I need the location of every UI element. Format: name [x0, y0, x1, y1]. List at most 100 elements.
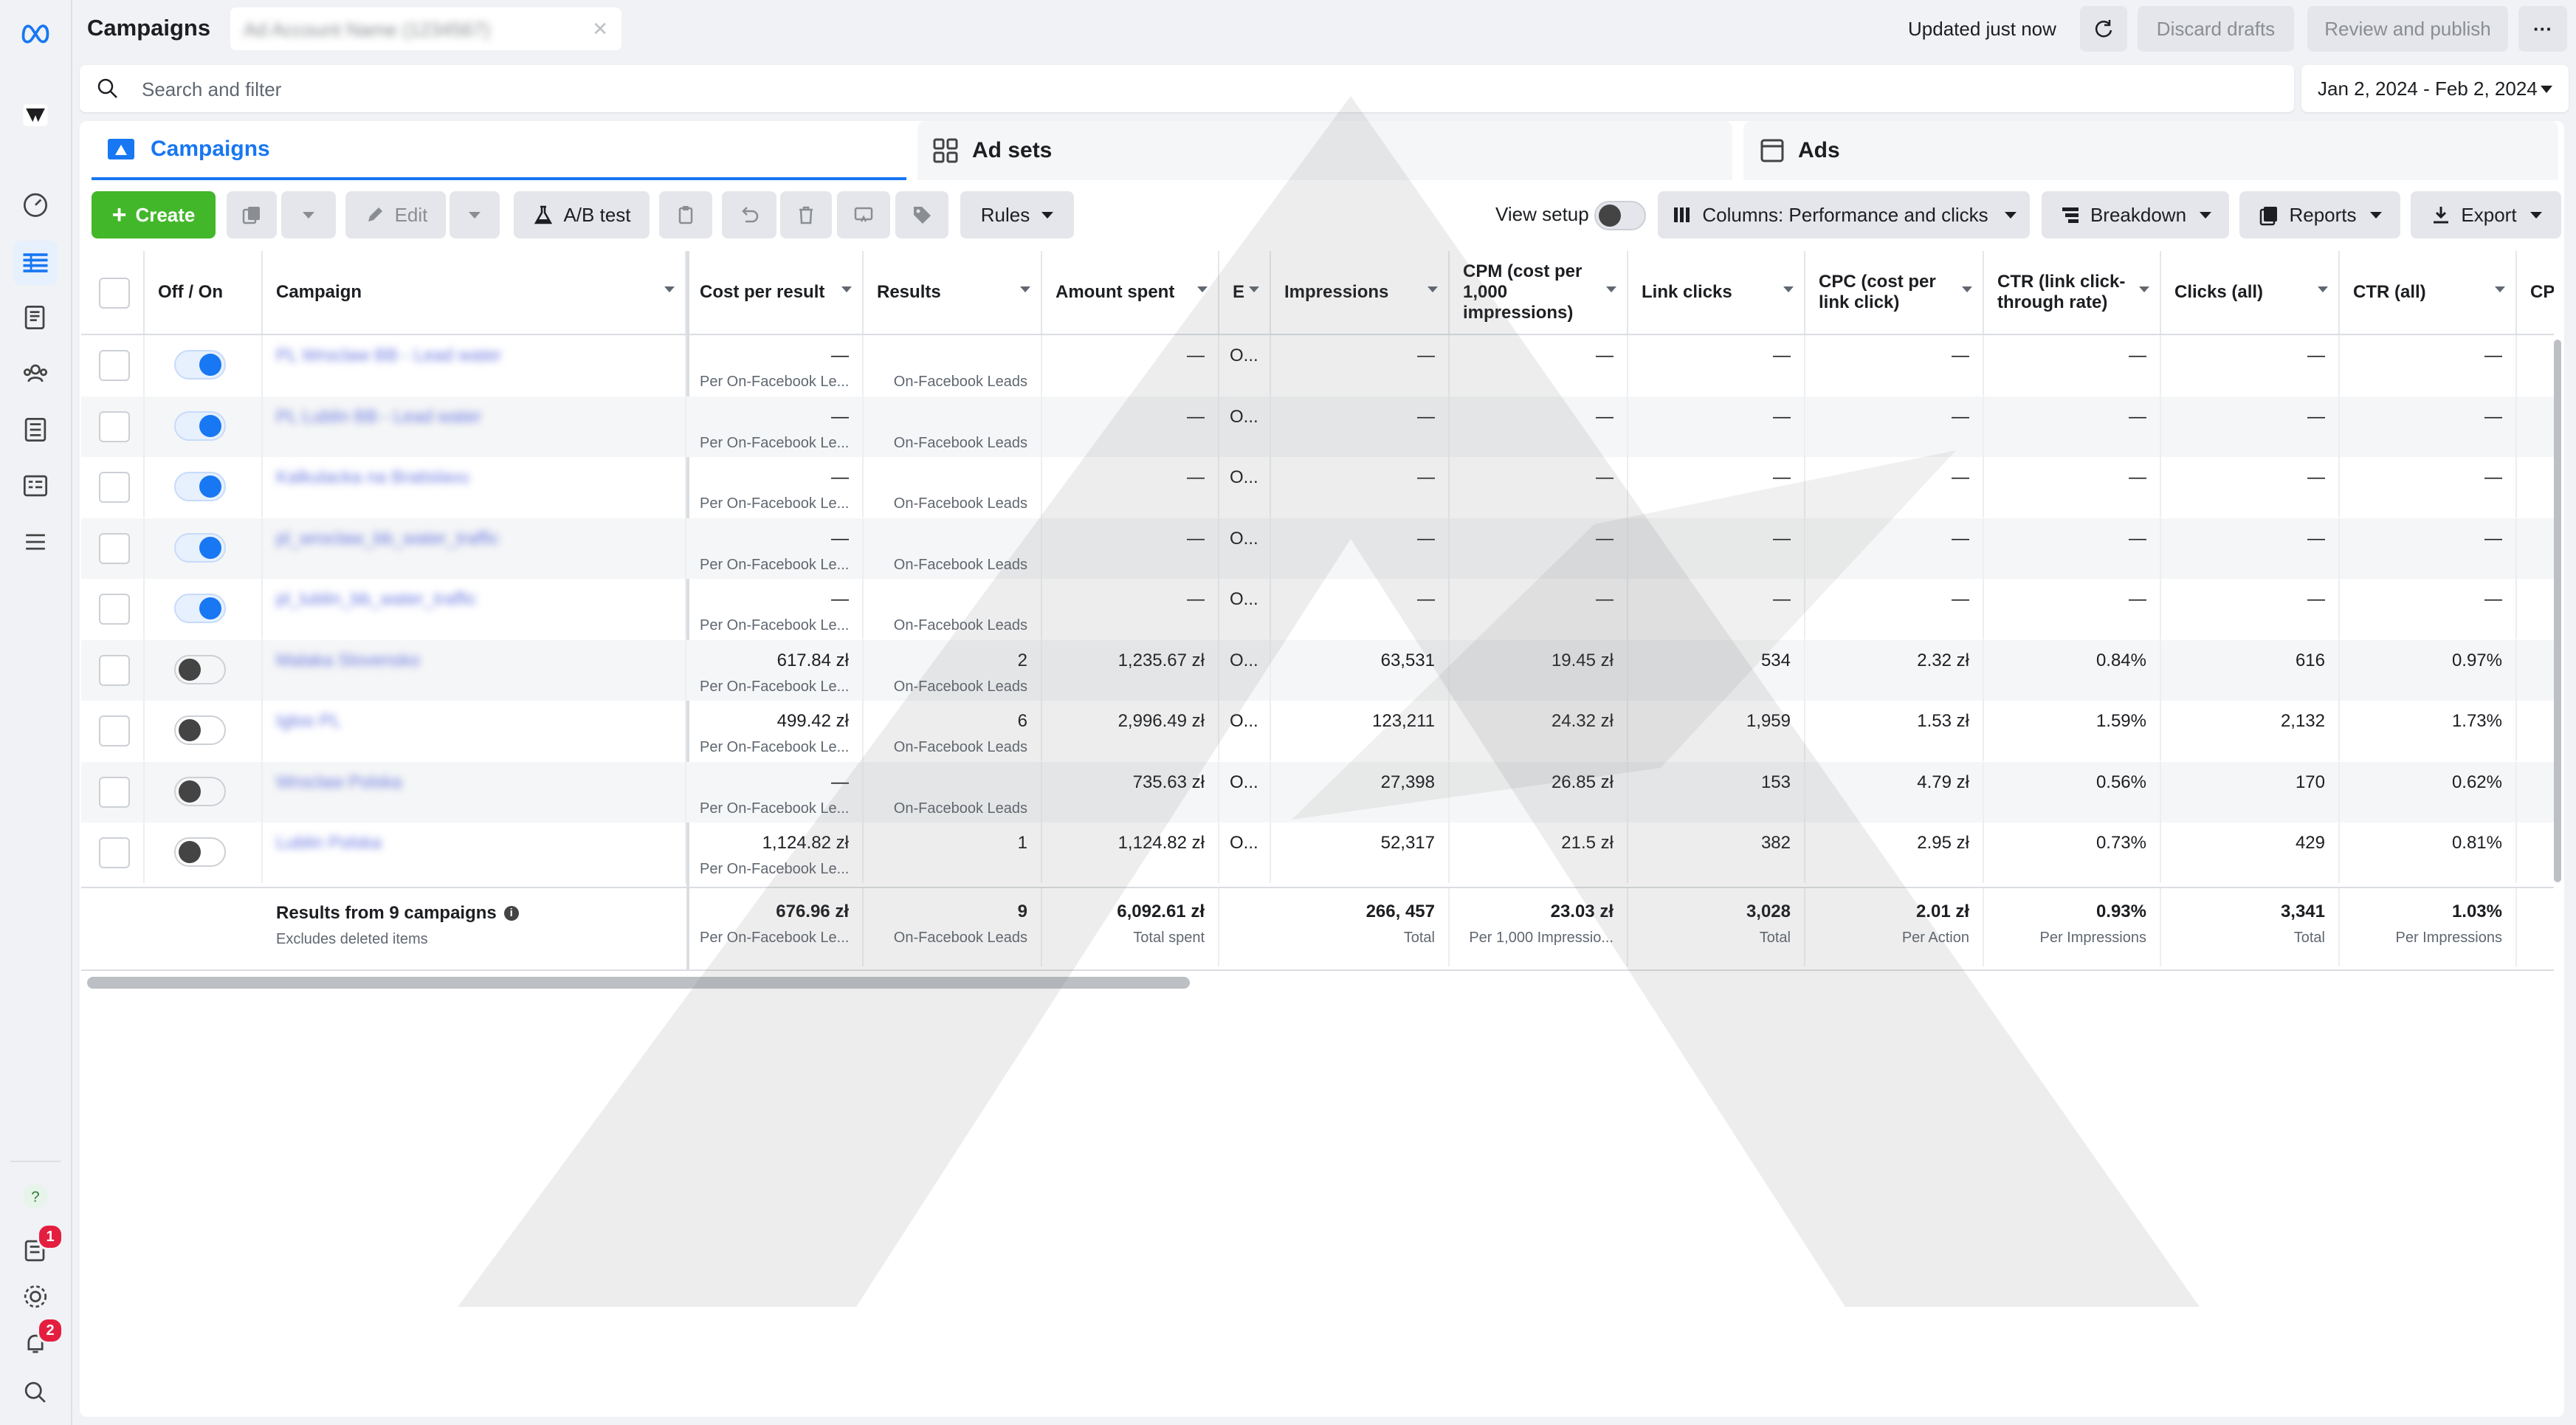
audiences-icon[interactable]	[13, 351, 58, 396]
results-column-header[interactable]: Results	[864, 251, 1042, 334]
row-checkbox[interactable]	[99, 411, 130, 442]
row-checkbox[interactable]	[99, 594, 130, 625]
campaign-name-link[interactable]: pl_wroclaw_bb_water_traffic	[276, 529, 499, 549]
settings-gear-icon[interactable]	[13, 1274, 58, 1319]
dashboard-gauge-icon[interactable]	[13, 182, 58, 226]
campaigns-table-icon[interactable]	[13, 241, 58, 285]
row-checkbox[interactable]	[99, 654, 130, 686]
row-checkbox[interactable]	[99, 472, 130, 503]
sort-chevron-icon[interactable]	[1020, 286, 1030, 292]
campaign-status-toggle[interactable]	[174, 472, 226, 501]
row-checkbox[interactable]	[99, 715, 130, 746]
sort-chevron-icon[interactable]	[1606, 286, 1616, 292]
campaign-status-toggle[interactable]	[174, 532, 226, 563]
sort-chevron-icon[interactable]	[2139, 286, 2149, 292]
e-column-header[interactable]: E	[1219, 251, 1271, 334]
clipboard-button[interactable]	[659, 191, 712, 238]
search-input[interactable]	[140, 65, 2210, 114]
sort-chevron-icon[interactable]	[1428, 286, 1438, 292]
export-button[interactable]: Export	[2411, 191, 2561, 238]
table-row[interactable]: pl_lublin_bb_water_traffic — Per On-Facebo…	[81, 579, 2554, 639]
off-on-column-header[interactable]: Off / On	[145, 251, 263, 334]
row-checkbox[interactable]	[99, 532, 130, 564]
campaign-name-link[interactable]: Wroclaw Polska	[276, 772, 402, 793]
campaign-status-toggle[interactable]	[174, 837, 226, 867]
rules-button[interactable]: Rules	[960, 191, 1074, 238]
tag-button[interactable]	[895, 191, 948, 238]
row-checkbox[interactable]	[99, 837, 130, 868]
close-icon[interactable]: ✕	[592, 18, 608, 41]
date-range-picker[interactable]: Jan 2, 2024 - Feb 2, 2024	[2301, 65, 2569, 112]
row-checkbox[interactable]	[99, 776, 130, 808]
events-manager-icon[interactable]	[13, 464, 58, 508]
preview-button[interactable]	[837, 191, 890, 238]
billing-icon[interactable]	[13, 408, 58, 452]
create-button[interactable]: + Create	[92, 191, 216, 238]
campaign-name-link[interactable]: Kalkulacka na Bratislavu	[276, 467, 469, 488]
breakdown-button[interactable]: Breakdown	[2042, 191, 2229, 238]
edit-dropdown-button[interactable]	[450, 191, 500, 238]
sort-chevron-icon[interactable]	[1962, 286, 1972, 292]
campaign-name-link[interactable]: Igloo PL	[276, 711, 341, 732]
campaign-status-toggle[interactable]	[174, 594, 226, 623]
duplicate-button[interactable]	[227, 191, 277, 238]
campaign-name-link[interactable]: pl_lublin_bb_water_traffic	[276, 589, 477, 610]
tab-campaigns[interactable]: Campaigns	[92, 121, 906, 180]
table-row[interactable]: Malaka Slovensko 617.84 zł Per On-Facebook…	[81, 639, 2554, 701]
ctr-all-column-header[interactable]: CTR (all)	[2340, 251, 2517, 334]
campaign-column-header[interactable]: Campaign	[263, 251, 686, 334]
sort-chevron-icon[interactable]	[2495, 286, 2505, 292]
meta-logo-icon[interactable]	[13, 10, 58, 55]
review-publish-button[interactable]: Review and publish	[2307, 6, 2508, 52]
account-avatar-icon[interactable]	[13, 93, 58, 137]
view-setup-toggle[interactable]	[1594, 201, 1646, 230]
sort-chevron-icon[interactable]	[2318, 286, 2328, 292]
tab-ads[interactable]: Ads	[1743, 121, 2558, 180]
table-row[interactable]: Kalkulacka na Bratislavu — Per On-Facebook…	[81, 457, 2554, 518]
duplicate-dropdown-button[interactable]	[281, 191, 336, 238]
campaign-status-toggle[interactable]	[174, 654, 226, 684]
edit-button[interactable]: Edit	[345, 191, 446, 238]
sort-chevron-icon[interactable]	[1249, 286, 1259, 292]
campaign-status-toggle[interactable]	[174, 411, 226, 441]
account-selector[interactable]: Ad Account Name (1234567) ✕	[230, 7, 621, 50]
reports-button[interactable]: Reports	[2239, 191, 2400, 238]
sort-chevron-icon[interactable]	[1197, 286, 1208, 292]
row-checkbox[interactable]	[99, 350, 130, 381]
cpc-column-header[interactable]: CPC	[2517, 251, 2554, 334]
clicks-all-column-header[interactable]: Clicks (all)	[2161, 251, 2340, 334]
tab-ad-sets[interactable]: Ad sets	[917, 121, 1732, 180]
campaign-status-toggle[interactable]	[174, 350, 226, 380]
ctr-link-column-header[interactable]: CTR (link click-through rate)	[1984, 251, 2161, 334]
horizontal-scrollbar[interactable]	[87, 977, 1190, 989]
campaign-name-link[interactable]: PL Wroclaw BB - Lead water	[276, 346, 501, 366]
search-icon[interactable]	[13, 1370, 58, 1415]
more-options-button[interactable]: ···	[2518, 6, 2567, 52]
columns-button[interactable]: Columns: Performance and clicks	[1658, 191, 2030, 238]
campaign-name-link[interactable]: Lublin Polska	[276, 833, 382, 854]
campaign-name-link[interactable]: PL Lublin BB - Lead water	[276, 407, 481, 428]
pages-icon[interactable]	[13, 295, 58, 340]
delete-button[interactable]	[780, 191, 832, 238]
campaign-name-link[interactable]: Malaka Slovensko	[276, 650, 420, 671]
impressions-column-header[interactable]: Impressions	[1271, 251, 1450, 334]
all-tools-menu-icon[interactable]	[13, 520, 58, 564]
link-clicks-column-header[interactable]: Link clicks	[1628, 251, 1805, 334]
info-icon[interactable]: i	[503, 906, 519, 921]
sort-chevron-icon[interactable]	[841, 286, 852, 292]
table-row[interactable]: Wroclaw Polska — Per On-Facebook Le... On-F…	[81, 761, 2554, 823]
table-row[interactable]: PL Wroclaw BB - Lead water — Per On-Facebo…	[81, 335, 2554, 396]
select-all-checkbox[interactable]	[99, 278, 130, 309]
table-row[interactable]: PL Lublin BB - Lead water — Per On-Faceboo…	[81, 396, 2554, 457]
cpc-link-column-header[interactable]: CPC (cost per link click)	[1805, 251, 1984, 334]
table-row[interactable]: pl_wroclaw_bb_water_traffic — Per On-Faceb…	[81, 518, 2554, 579]
campaign-status-toggle[interactable]	[174, 715, 226, 745]
sort-chevron-icon[interactable]	[664, 286, 675, 292]
cpm-column-header[interactable]: CPM (cost per 1,000 impressions)	[1450, 251, 1628, 334]
undo-button[interactable]	[722, 191, 776, 238]
help-icon[interactable]: ?	[13, 1174, 58, 1218]
campaign-status-toggle[interactable]	[174, 776, 226, 806]
vertical-scrollbar[interactable]	[2554, 340, 2561, 882]
refresh-button[interactable]	[2080, 6, 2127, 52]
table-row[interactable]: Igloo PL 499.42 zł Per On-Facebook Le... 6 O…	[81, 701, 2554, 761]
